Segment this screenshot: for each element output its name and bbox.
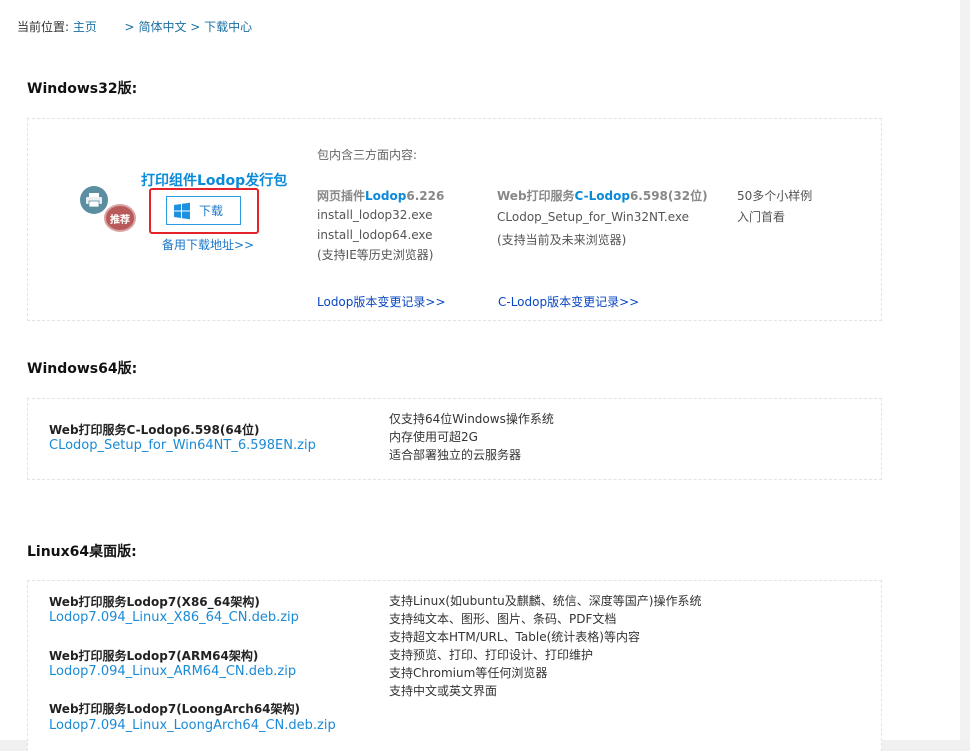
lodop-plugin-line: install_lodop32.exe bbox=[317, 208, 433, 222]
breadcrumb-home-link[interactable]: 主页 bbox=[73, 20, 97, 34]
samples-line: 入门首看 bbox=[737, 210, 786, 224]
linux-note: 支持超文本HTM/URL、Table(统计表格)等内容 bbox=[389, 630, 640, 644]
clodop-changelog-link[interactable]: C-Lodop版本变更记录>> bbox=[498, 293, 639, 310]
breadcrumb-lang-link[interactable]: 简体中文 bbox=[138, 20, 186, 34]
linux-file-link[interactable]: Lodop7.094_Linux_ARM64_CN.deb.zip bbox=[49, 664, 296, 679]
page: 当前位置: 主页 > 简体中文 > 下载中心 Windows32版: 推荐 打印… bbox=[0, 0, 960, 751]
scrollbar-gutter bbox=[960, 0, 970, 740]
lodop-plugin-line: install_lodop64.exe bbox=[317, 228, 433, 242]
section-title-win32: Windows32版: bbox=[27, 81, 138, 97]
windows-icon bbox=[173, 202, 191, 220]
win64-note: 内存使用可超2G bbox=[389, 430, 478, 444]
win64-note: 仅支持64位Windows操作系统 bbox=[389, 412, 554, 426]
linux-file-link[interactable]: Lodop7.094_Linux_LoongArch64_CN.deb.zip bbox=[49, 718, 336, 733]
recommend-badge: 推荐 bbox=[104, 204, 136, 232]
breadcrumb: 当前位置: 主页 > 简体中文 > 下载中心 bbox=[17, 18, 252, 35]
breadcrumb-current[interactable]: 下载中心 bbox=[204, 20, 252, 34]
breadcrumb-separator: > bbox=[190, 20, 201, 34]
section-title-linux: Linux64桌面版: bbox=[27, 544, 137, 560]
win64-item-title: Web打印服务C-Lodop6.598(64位) bbox=[49, 423, 260, 437]
linux-file-link[interactable]: Lodop7.094_Linux_X86_64_CN.deb.zip bbox=[49, 610, 299, 625]
contents-label: 包内含三方面内容: bbox=[317, 148, 418, 162]
linux-note: 支持Linux(如ubuntu及麒麟、统信、深度等国产)操作系统 bbox=[389, 594, 702, 608]
clodop-service-line: CLodop_Setup_for_Win32NT.exe bbox=[497, 210, 689, 224]
linux-item-title: Web打印服务Lodop7(X86_64架构) bbox=[49, 595, 260, 609]
product-title: 打印组件Lodop发行包 bbox=[141, 173, 288, 189]
printer-icon bbox=[80, 186, 108, 214]
lodop-changelog-link[interactable]: Lodop版本变更记录>> bbox=[317, 293, 446, 310]
backup-download-link[interactable]: 备用下载地址>> bbox=[162, 236, 254, 253]
breadcrumb-label: 当前位置: bbox=[17, 20, 70, 34]
clodop-service-line: (支持当前及未来浏览器) bbox=[497, 233, 627, 247]
linux-item-title: Web打印服务Lodop7(ARM64架构) bbox=[49, 649, 259, 663]
linux-note: 支持预览、打印、打印设计、打印维护 bbox=[389, 648, 594, 662]
linux-item-title: Web打印服务Lodop7(LoongArch64架构) bbox=[49, 702, 300, 716]
win64-note: 适合部署独立的云服务器 bbox=[389, 448, 522, 462]
lodop-plugin-line: (支持IE等历史浏览器) bbox=[317, 248, 434, 262]
samples-line: 50多个小样例 bbox=[737, 189, 813, 203]
section-title-win64: Windows64版: bbox=[27, 361, 138, 377]
download-button[interactable]: 下载 bbox=[166, 196, 241, 225]
linux-note: 支持纯文本、图形、图片、条码、PDF文档 bbox=[389, 612, 617, 626]
lodop-plugin-title: 网页插件Lodop6.226 bbox=[317, 189, 445, 203]
download-label: 下载 bbox=[199, 204, 224, 218]
linux-note: 支持Chromium等任何浏览器 bbox=[389, 666, 548, 680]
breadcrumb-separator: > bbox=[124, 20, 135, 34]
win64-file-link[interactable]: CLodop_Setup_for_Win64NT_6.598EN.zip bbox=[49, 438, 316, 453]
clodop-service-title: Web打印服务C-Lodop6.598(32位) bbox=[497, 189, 708, 203]
linux-note: 支持中文或英文界面 bbox=[389, 684, 498, 698]
